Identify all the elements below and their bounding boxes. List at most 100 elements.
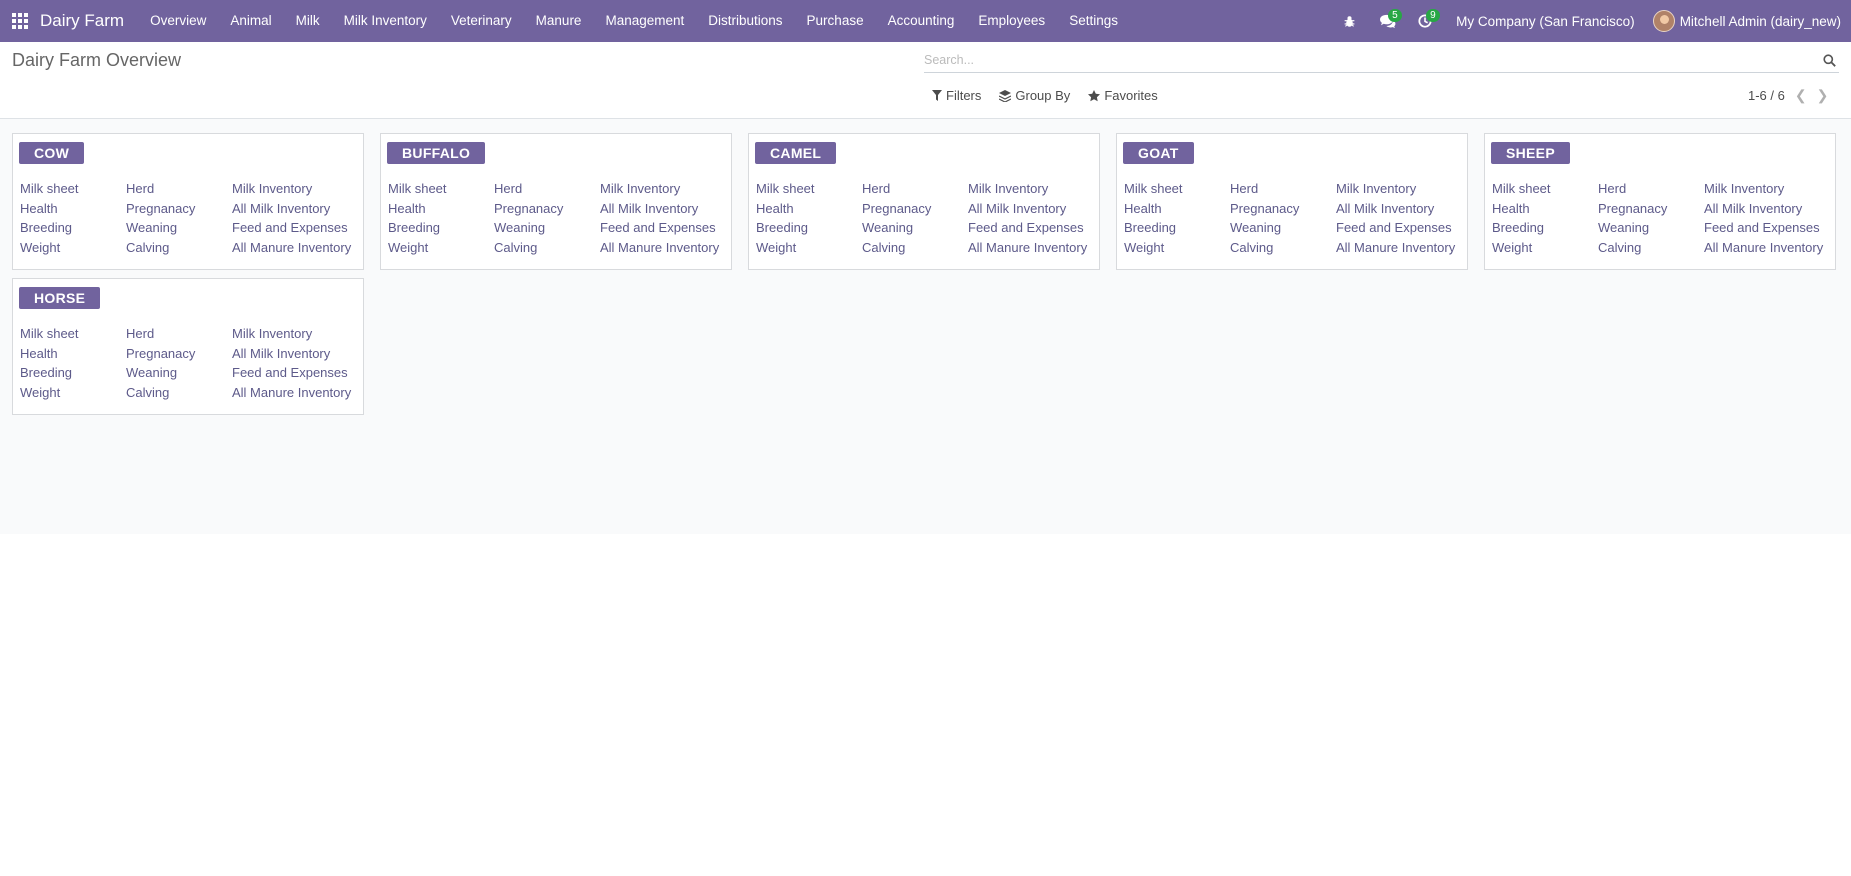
pager-value[interactable]: 1-6 / 6 xyxy=(1748,88,1785,103)
link-herd[interactable]: Herd xyxy=(126,181,232,201)
link-weaning[interactable]: Weaning xyxy=(494,220,600,240)
link-weight[interactable]: Weight xyxy=(20,240,126,260)
link-all-manure-inventory[interactable]: All Manure Inventory xyxy=(1336,240,1466,260)
bug-icon[interactable] xyxy=(1330,0,1368,42)
link-calving[interactable]: Calving xyxy=(126,385,232,405)
link-breeding[interactable]: Breeding xyxy=(20,220,126,240)
link-all-milk-inventory[interactable]: All Milk Inventory xyxy=(232,201,362,221)
search-input[interactable] xyxy=(924,53,1819,67)
menu-item-distributions[interactable]: Distributions xyxy=(696,0,794,42)
link-milk-sheet[interactable]: Milk sheet xyxy=(388,181,494,201)
link-milk-inventory[interactable]: Milk Inventory xyxy=(600,181,730,201)
link-herd[interactable]: Herd xyxy=(126,326,232,346)
menu-item-animal[interactable]: Animal xyxy=(218,0,283,42)
link-breeding[interactable]: Breeding xyxy=(756,220,862,240)
link-health[interactable]: Health xyxy=(1124,201,1230,221)
card-title[interactable]: HORSE xyxy=(19,287,101,309)
link-milk-sheet[interactable]: Milk sheet xyxy=(1492,181,1598,201)
link-weight[interactable]: Weight xyxy=(388,240,494,260)
pager-next-icon[interactable]: ❯ xyxy=(1817,87,1829,104)
activities-clock-icon[interactable]: 9 xyxy=(1406,0,1444,42)
link-milk-sheet[interactable]: Milk sheet xyxy=(20,181,126,201)
link-pregnancy[interactable]: Pregnanacy xyxy=(1598,201,1704,221)
card-title[interactable]: GOAT xyxy=(1123,142,1194,164)
link-weight[interactable]: Weight xyxy=(20,385,126,405)
link-health[interactable]: Health xyxy=(1492,201,1598,221)
menu-item-veterinary[interactable]: Veterinary xyxy=(439,0,524,42)
link-milk-sheet[interactable]: Milk sheet xyxy=(1124,181,1230,201)
link-milk-inventory[interactable]: Milk Inventory xyxy=(1704,181,1834,201)
favorites-button[interactable]: Favorites xyxy=(1088,88,1158,103)
link-feed-and-expenses[interactable]: Feed and Expenses xyxy=(232,365,362,385)
link-weaning[interactable]: Weaning xyxy=(1230,220,1336,240)
link-calving[interactable]: Calving xyxy=(862,240,968,260)
link-milk-inventory[interactable]: Milk Inventory xyxy=(232,326,362,346)
filters-button[interactable]: Filters xyxy=(932,88,981,103)
group-by-button[interactable]: Group By xyxy=(999,88,1070,103)
search-icon[interactable] xyxy=(1819,50,1839,70)
card-title[interactable]: CAMEL xyxy=(755,142,837,164)
link-all-manure-inventory[interactable]: All Manure Inventory xyxy=(968,240,1098,260)
link-herd[interactable]: Herd xyxy=(1230,181,1336,201)
link-weaning[interactable]: Weaning xyxy=(126,365,232,385)
link-calving[interactable]: Calving xyxy=(126,240,232,260)
menu-item-settings[interactable]: Settings xyxy=(1057,0,1130,42)
link-breeding[interactable]: Breeding xyxy=(1492,220,1598,240)
menu-item-manure[interactable]: Manure xyxy=(524,0,594,42)
link-all-milk-inventory[interactable]: All Milk Inventory xyxy=(232,346,362,366)
link-weight[interactable]: Weight xyxy=(1124,240,1230,260)
link-breeding[interactable]: Breeding xyxy=(20,365,126,385)
link-milk-inventory[interactable]: Milk Inventory xyxy=(968,181,1098,201)
link-pregnancy[interactable]: Pregnanacy xyxy=(1230,201,1336,221)
link-pregnancy[interactable]: Pregnanacy xyxy=(862,201,968,221)
link-herd[interactable]: Herd xyxy=(1598,181,1704,201)
apps-menu-icon[interactable] xyxy=(0,0,40,42)
link-all-manure-inventory[interactable]: All Manure Inventory xyxy=(1704,240,1834,260)
link-all-milk-inventory[interactable]: All Milk Inventory xyxy=(1704,201,1834,221)
user-menu[interactable]: Mitchell Admin (dairy_new) xyxy=(1647,10,1851,32)
link-pregnancy[interactable]: Pregnanacy xyxy=(126,346,232,366)
card-title[interactable]: BUFFALO xyxy=(387,142,486,164)
link-health[interactable]: Health xyxy=(20,201,126,221)
link-pregnancy[interactable]: Pregnanacy xyxy=(126,201,232,221)
link-pregnancy[interactable]: Pregnanacy xyxy=(494,201,600,221)
link-all-milk-inventory[interactable]: All Milk Inventory xyxy=(600,201,730,221)
link-milk-inventory[interactable]: Milk Inventory xyxy=(1336,181,1466,201)
link-health[interactable]: Health xyxy=(20,346,126,366)
link-all-manure-inventory[interactable]: All Manure Inventory xyxy=(232,385,362,405)
link-milk-inventory[interactable]: Milk Inventory xyxy=(232,181,362,201)
link-calving[interactable]: Calving xyxy=(1230,240,1336,260)
link-feed-and-expenses[interactable]: Feed and Expenses xyxy=(232,220,362,240)
link-weaning[interactable]: Weaning xyxy=(862,220,968,240)
menu-item-overview[interactable]: Overview xyxy=(138,0,218,42)
link-milk-sheet[interactable]: Milk sheet xyxy=(756,181,862,201)
link-all-manure-inventory[interactable]: All Manure Inventory xyxy=(600,240,730,260)
link-weaning[interactable]: Weaning xyxy=(1598,220,1704,240)
link-feed-and-expenses[interactable]: Feed and Expenses xyxy=(1704,220,1834,240)
card-title[interactable]: SHEEP xyxy=(1491,142,1570,164)
link-breeding[interactable]: Breeding xyxy=(1124,220,1230,240)
link-herd[interactable]: Herd xyxy=(862,181,968,201)
link-all-milk-inventory[interactable]: All Milk Inventory xyxy=(968,201,1098,221)
link-calving[interactable]: Calving xyxy=(1598,240,1704,260)
link-feed-and-expenses[interactable]: Feed and Expenses xyxy=(600,220,730,240)
link-milk-sheet[interactable]: Milk sheet xyxy=(20,326,126,346)
link-breeding[interactable]: Breeding xyxy=(388,220,494,240)
link-feed-and-expenses[interactable]: Feed and Expenses xyxy=(968,220,1098,240)
link-all-manure-inventory[interactable]: All Manure Inventory xyxy=(232,240,362,260)
app-brand[interactable]: Dairy Farm xyxy=(40,11,124,31)
menu-item-milk-inventory[interactable]: Milk Inventory xyxy=(332,0,439,42)
link-feed-and-expenses[interactable]: Feed and Expenses xyxy=(1336,220,1466,240)
pager-previous-icon[interactable]: ❮ xyxy=(1795,87,1807,104)
menu-item-management[interactable]: Management xyxy=(593,0,696,42)
messages-icon[interactable]: 5 xyxy=(1368,0,1406,42)
link-weight[interactable]: Weight xyxy=(1492,240,1598,260)
link-weaning[interactable]: Weaning xyxy=(126,220,232,240)
menu-item-purchase[interactable]: Purchase xyxy=(795,0,876,42)
link-health[interactable]: Health xyxy=(756,201,862,221)
link-weight[interactable]: Weight xyxy=(756,240,862,260)
link-calving[interactable]: Calving xyxy=(494,240,600,260)
link-health[interactable]: Health xyxy=(388,201,494,221)
menu-item-accounting[interactable]: Accounting xyxy=(876,0,967,42)
link-herd[interactable]: Herd xyxy=(494,181,600,201)
